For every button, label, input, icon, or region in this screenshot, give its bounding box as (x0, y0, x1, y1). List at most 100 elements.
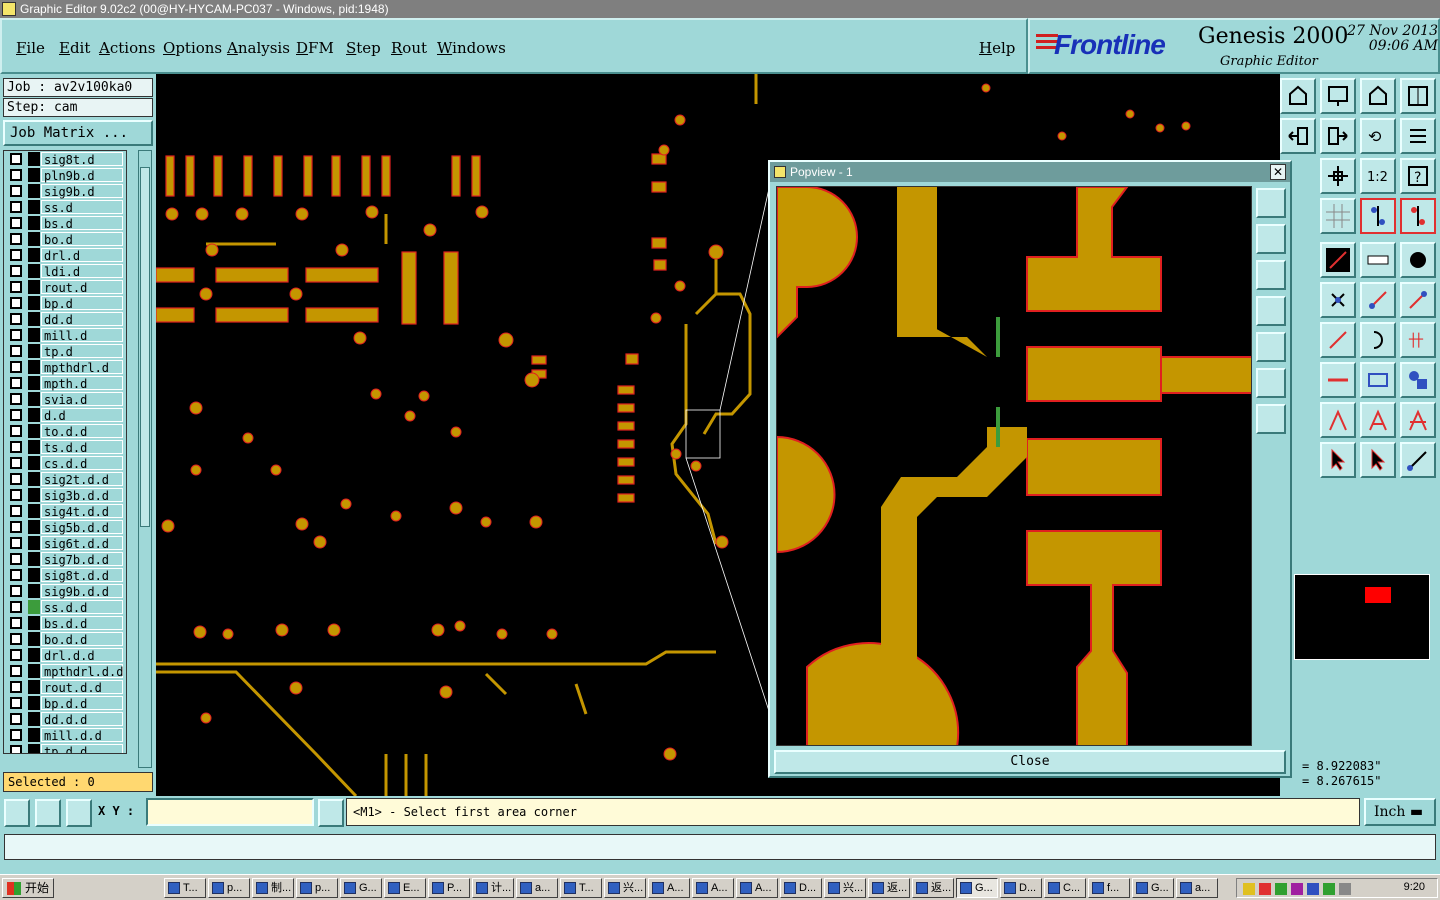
taskbar-item[interactable]: 制... (252, 878, 294, 898)
taskbar-item[interactable]: 兴... (604, 878, 646, 898)
layer-name[interactable]: sig7b.d.d (41, 552, 123, 567)
layer-row[interactable]: sig4t.d.d (4, 503, 126, 519)
triangle-icon[interactable] (1360, 402, 1396, 438)
select-box-icon[interactable] (1360, 442, 1396, 478)
layer-color-swatch[interactable] (28, 360, 40, 374)
layer-color-swatch[interactable] (28, 248, 40, 262)
layer-checkbox[interactable] (10, 649, 22, 661)
layer-checkbox[interactable] (10, 249, 22, 261)
layer-checkbox[interactable] (10, 505, 22, 517)
layer-color-swatch[interactable] (28, 680, 40, 694)
scrollbar-thumb[interactable] (140, 167, 150, 527)
popview-pan-right-icon[interactable] (1256, 332, 1286, 362)
layer-checkbox[interactable] (10, 201, 22, 213)
layer-name[interactable]: sig9b.d (41, 184, 123, 199)
layer-color-swatch[interactable] (28, 488, 40, 502)
menu-rout[interactable]: Rout (391, 39, 427, 57)
layer-checkbox[interactable] (10, 153, 22, 165)
layer-name[interactable]: mill.d.d (41, 728, 123, 743)
layer-color-swatch[interactable] (28, 472, 40, 486)
layer-name[interactable]: bs.d.d (41, 616, 123, 631)
layer-row[interactable]: sig6t.d.d (4, 535, 126, 551)
layer-color-swatch[interactable] (28, 520, 40, 534)
popview-close-button[interactable]: Close (774, 750, 1286, 774)
ratio-icon[interactable]: 1:2 (1360, 158, 1396, 194)
layer-name[interactable]: tp.d (41, 344, 123, 359)
layer-row[interactable]: bo.d.d (4, 631, 126, 647)
layer-checkbox[interactable] (10, 377, 22, 389)
taskbar-item[interactable]: G... (1132, 878, 1174, 898)
layer-name[interactable]: sig5b.d.d (41, 520, 123, 535)
layer-row[interactable]: sig8t.d.d (4, 567, 126, 583)
select-icon[interactable] (1320, 442, 1356, 478)
layer-row[interactable]: bp.d (4, 295, 126, 311)
start-button[interactable]: 开始 (2, 878, 54, 898)
layer-row[interactable]: drl.d (4, 247, 126, 263)
layer-color-swatch[interactable] (28, 424, 40, 438)
xy-input[interactable] (146, 798, 314, 826)
layer-color-swatch[interactable] (28, 152, 40, 166)
layer-checkbox[interactable] (10, 185, 22, 197)
taskbar-item[interactable]: 返... (912, 878, 954, 898)
layer-row[interactable]: ldi.d (4, 263, 126, 279)
layer-color-swatch[interactable] (28, 744, 40, 753)
layer-row[interactable]: tp.d (4, 343, 126, 359)
layer-color-swatch[interactable] (28, 504, 40, 518)
layer-color-swatch[interactable] (28, 728, 40, 742)
layer-checkbox[interactable] (10, 297, 22, 309)
help-icon[interactable]: ? (1400, 158, 1436, 194)
layer-checkbox[interactable] (10, 697, 22, 709)
layer-row[interactable]: to.d.d (4, 423, 126, 439)
layer-row[interactable]: mpthdrl.d.d (4, 663, 126, 679)
layer-name[interactable]: ldi.d (41, 264, 123, 279)
layer-color-swatch[interactable] (28, 408, 40, 422)
shapes-icon[interactable] (1400, 362, 1436, 398)
layer-checkbox[interactable] (10, 713, 22, 725)
layer-row[interactable]: ss.d (4, 199, 126, 215)
popview-close-icon[interactable]: ✕ (1270, 164, 1286, 180)
menu-dfm[interactable]: DFM (296, 39, 334, 57)
taskbar-item[interactable]: A... (736, 878, 778, 898)
popview-fit-icon[interactable] (1256, 188, 1286, 218)
line-icon[interactable] (1320, 242, 1356, 278)
layer-color-swatch[interactable] (28, 536, 40, 550)
ruler-icon[interactable] (1360, 242, 1396, 278)
layer-checkbox[interactable] (10, 537, 22, 549)
layer-row[interactable]: sig8t.d (4, 151, 126, 167)
layer-row[interactable]: ss.d.d (4, 599, 126, 615)
menu-edit[interactable]: Edit (59, 39, 90, 57)
tray-ch-icon[interactable] (1307, 883, 1319, 895)
layer-row[interactable]: d.d (4, 407, 126, 423)
layer-row[interactable]: bp.d.d (4, 695, 126, 711)
layer-name[interactable]: sig6t.d.d (41, 536, 123, 551)
layer-name[interactable]: bo.d.d (41, 632, 123, 647)
layer-checkbox[interactable] (10, 729, 22, 741)
layer-color-swatch[interactable] (28, 648, 40, 662)
taskbar-item[interactable]: A... (648, 878, 690, 898)
taskbar-item[interactable]: D... (780, 878, 822, 898)
layer-row[interactable]: rout.d.d (4, 679, 126, 695)
layer-color-swatch[interactable] (28, 184, 40, 198)
layer-checkbox[interactable] (10, 329, 22, 341)
layer-name[interactable]: mill.d (41, 328, 123, 343)
popview-zoom-out-icon[interactable] (1256, 260, 1286, 290)
layer-name[interactable]: bo.d (41, 232, 123, 247)
grid-icon[interactable]: ⟲ (1360, 118, 1396, 154)
dimension-icon[interactable] (1360, 362, 1396, 398)
layer-name[interactable]: ss.d.d (41, 600, 123, 615)
taskbar-item[interactable]: p... (296, 878, 338, 898)
layer-row[interactable]: mill.d (4, 327, 126, 343)
taskbar-item[interactable]: P... (428, 878, 470, 898)
layer-color-swatch[interactable] (28, 456, 40, 470)
layer-name[interactable]: dd.d.d (41, 712, 123, 727)
layer-name[interactable]: pln9b.d (41, 168, 123, 183)
taskbar-item[interactable]: A... (692, 878, 734, 898)
layer-row[interactable]: drl.d.d (4, 647, 126, 663)
triangle-flat-icon[interactable] (1400, 402, 1436, 438)
layer-checkbox[interactable] (10, 601, 22, 613)
layer-color-swatch[interactable] (28, 392, 40, 406)
text-icon[interactable]: 卄 (1400, 322, 1436, 358)
layer-color-swatch[interactable] (28, 216, 40, 230)
layer-name[interactable]: bs.d (41, 216, 123, 231)
taskbar-item[interactable]: D... (1000, 878, 1042, 898)
